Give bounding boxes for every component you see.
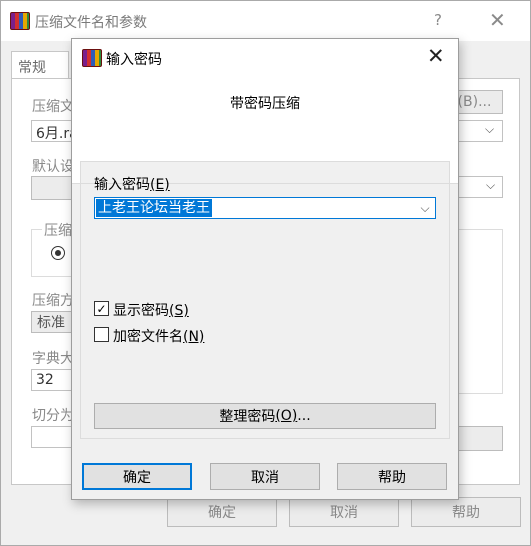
show-password-checkbox[interactable]: ✓	[94, 301, 109, 316]
method-label: 压缩方	[32, 293, 74, 309]
show-password-label[interactable]: 显示密码(S)	[113, 300, 189, 320]
password-value[interactable]: 上老王论坛当老王	[96, 199, 212, 217]
parent-close-icon[interactable]: ✕	[489, 8, 506, 32]
dialog-title: 输入密码	[106, 52, 162, 68]
encrypt-filenames-checkbox[interactable]	[94, 327, 109, 342]
archive-name-label: 压缩文	[32, 99, 74, 115]
organize-text: 整理密码	[219, 409, 276, 425]
check-icon: ✓	[96, 301, 107, 316]
parent-help-button[interactable]: 帮助	[411, 497, 521, 527]
parent-cancel-button[interactable]: 取消	[289, 497, 399, 527]
encrypt-filenames-label[interactable]: 加密文件名(N)	[113, 326, 204, 346]
dictionary-label: 字典大	[32, 351, 74, 367]
cancel-button[interactable]: 取消	[210, 463, 320, 490]
winrar-app-icon	[10, 12, 30, 30]
tab-general-label: 常规	[18, 60, 46, 76]
update-mode-combo[interactable]	[456, 176, 503, 198]
format-label: 压缩	[42, 220, 74, 240]
options-group	[456, 229, 503, 394]
chevron-down-icon[interactable]: ⌵	[485, 122, 494, 137]
split-label: 切分为	[32, 408, 74, 424]
organize-suffix: ...	[297, 408, 311, 424]
default-settings-label: 默认设	[32, 159, 74, 175]
password-label: 输入密码(E)	[94, 174, 170, 194]
encrypt-filenames-text: 加密文件名	[113, 329, 183, 345]
help-icon[interactable]: ?	[434, 11, 442, 29]
show-password-text: 显示密码	[113, 303, 169, 319]
organize-passwords-button[interactable]: 整理密码 (O)...	[94, 403, 436, 429]
password-label-key: (E)	[150, 177, 170, 193]
chevron-down-icon[interactable]: ⌵	[417, 199, 433, 217]
parent-title: 压缩文件名和参数	[35, 15, 147, 31]
dialog-heading: 带密码压缩	[230, 96, 300, 112]
parent-ok-button[interactable]: 确定	[167, 497, 277, 527]
winrar-app-icon	[82, 49, 102, 67]
encrypt-filenames-key: (N)	[183, 329, 205, 345]
dictionary-value: 32	[36, 372, 54, 388]
show-password-key: (S)	[169, 303, 189, 319]
help-button[interactable]: 帮助	[337, 463, 447, 490]
password-label-text: 输入密码	[94, 177, 150, 193]
dialog-close-icon[interactable]: ✕	[427, 44, 445, 68]
ok-button[interactable]: 确定	[82, 463, 192, 490]
organize-key: (O)	[275, 408, 298, 424]
format-radio[interactable]	[51, 246, 65, 260]
password-dialog: 输入密码 ✕ 带密码压缩 输入密码(E) 上老王论坛当老王 ⌵ ✓ 显示密码(S…	[71, 38, 459, 500]
chevron-down-icon[interactable]: ⌵	[486, 178, 495, 193]
